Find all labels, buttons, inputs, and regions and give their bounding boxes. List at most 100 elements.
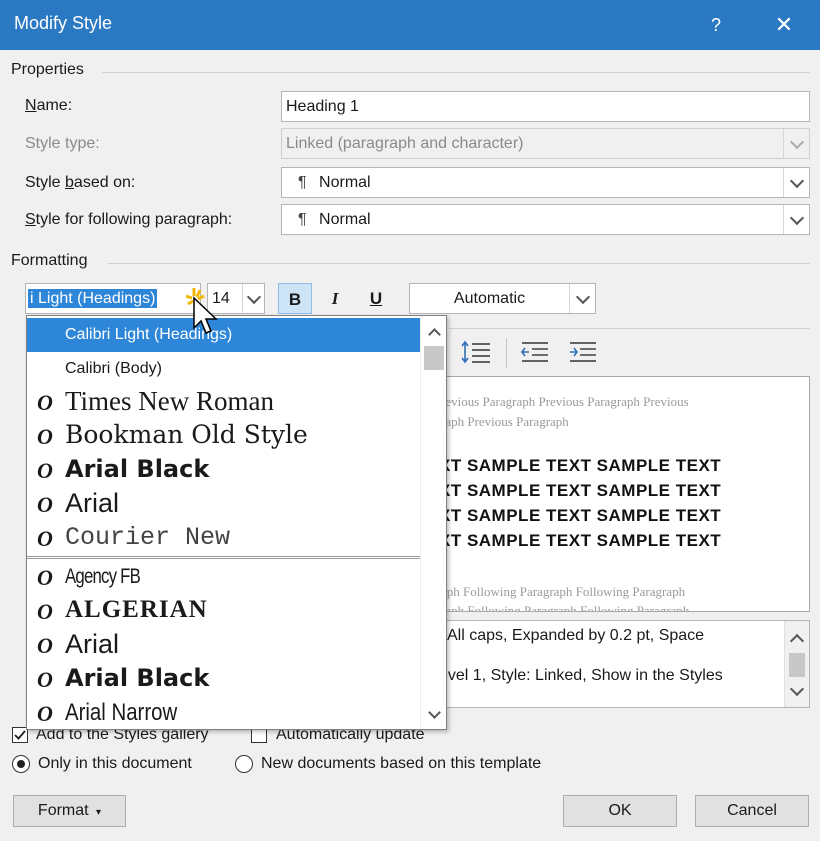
font-dropdown-list[interactable]: Calibri Light (Headings) Calibri (Body) … — [26, 315, 447, 730]
font-name: Agency FB — [65, 565, 141, 588]
scroll-up-icon[interactable] — [426, 324, 442, 341]
font-list-scrollbar[interactable] — [420, 316, 446, 729]
truetype-font-icon: O — [37, 390, 53, 415]
style-type-select: Linked (paragraph and character) — [281, 128, 810, 159]
font-color-select[interactable]: Automatic — [409, 283, 596, 314]
underline-button[interactable]: U — [359, 283, 393, 314]
following-select[interactable]: ¶ Normal — [281, 204, 810, 235]
based-on-select[interactable]: ¶ Normal — [281, 167, 810, 198]
cancel-button[interactable]: Cancel — [695, 795, 809, 827]
font-name-value: i Light (Headings) — [28, 289, 158, 308]
scroll-up-icon[interactable] — [789, 631, 805, 649]
scroll-down-icon[interactable] — [426, 705, 442, 722]
style-type-value: Linked (paragraph and character) — [286, 135, 524, 152]
checkmark-icon — [14, 730, 26, 740]
format-button-label: Format — [37, 802, 89, 819]
font-size-dropdown-button[interactable] — [242, 284, 264, 313]
preview-sample-line: XT SAMPLE TEXT SAMPLE TEXT — [439, 531, 722, 550]
description-scrollbar[interactable] — [784, 621, 809, 707]
font-option[interactable]: O Arial Narrow — [27, 697, 420, 729]
title-bar: Modify Style ? ✕ — [0, 0, 820, 50]
font-option[interactable]: O Arial — [27, 629, 420, 663]
name-label: Name: — [25, 97, 73, 114]
name-field-value: Heading 1 — [286, 98, 359, 115]
preview-sample-line: XT SAMPLE TEXT SAMPLE TEXT — [439, 481, 722, 500]
font-option-recent[interactable]: O Arial Black — [27, 454, 420, 488]
modify-style-dialog: Modify Style ? ✕ Properties Name: Headin… — [0, 0, 820, 841]
toolbar-divider — [449, 328, 810, 329]
description-scroll-thumb[interactable] — [789, 653, 805, 677]
only-this-document-label: Only in this document — [38, 755, 192, 772]
font-color-value: Automatic — [453, 290, 526, 307]
font-color-dropdown-button[interactable] — [569, 284, 595, 313]
pilcrow-icon: ¶ — [298, 174, 307, 191]
description-line: , All caps, Expanded by 0.2 pt, Space — [439, 627, 705, 644]
formatting-section-label: Formatting — [11, 252, 88, 269]
based-on-label: Style based on: — [25, 174, 136, 191]
only-this-document-radio[interactable] — [12, 755, 30, 773]
truetype-font-icon: O — [37, 458, 53, 483]
preview-following-line: aph Following Paragraph Following Paragr… — [441, 584, 686, 599]
font-option-recent[interactable]: O Courier New — [27, 522, 420, 556]
mouse-cursor-icon — [185, 286, 226, 340]
new-documents-radio[interactable] — [235, 755, 253, 773]
font-option[interactable]: O Agency FB — [27, 561, 420, 595]
font-list-separator — [27, 556, 420, 559]
italic-button[interactable]: I — [318, 283, 352, 314]
dialog-title: Modify Style — [14, 13, 113, 33]
font-option-recent[interactable]: O Arial — [27, 488, 420, 522]
properties-divider — [102, 72, 810, 73]
decrease-indent-icon[interactable] — [518, 338, 552, 368]
chevron-down-icon — [789, 134, 804, 149]
following-dropdown-button[interactable] — [783, 205, 809, 234]
increase-indent-icon[interactable] — [566, 338, 600, 368]
based-on-value: Normal — [319, 174, 371, 191]
following-label: Style for following paragraph: — [25, 211, 233, 228]
caret-down-icon: ▾ — [96, 807, 102, 818]
formatting-divider — [108, 263, 810, 264]
name-field[interactable]: Heading 1 — [281, 91, 810, 122]
based-on-dropdown-button[interactable] — [783, 168, 809, 197]
chevron-down-icon — [789, 210, 804, 225]
help-button[interactable]: ? — [700, 6, 732, 44]
chevron-down-icon — [246, 289, 261, 304]
font-option-recent[interactable]: O Times New Roman — [27, 386, 420, 420]
ok-button[interactable]: OK — [563, 795, 677, 827]
font-name: Arial — [65, 488, 120, 518]
font-name: Bookman Old Style — [65, 420, 308, 449]
font-name-combobox[interactable]: i Light (Headings) — [25, 283, 201, 314]
truetype-font-icon: O — [37, 667, 53, 692]
font-option-body[interactable]: Calibri (Body) — [27, 352, 420, 386]
chevron-down-icon — [575, 289, 590, 304]
font-option[interactable]: O ALGERIAN — [27, 595, 420, 629]
pilcrow-icon: ¶ — [298, 211, 307, 228]
toolbar-separator — [506, 338, 507, 368]
scroll-down-icon[interactable] — [789, 681, 805, 699]
style-type-label: Style type: — [25, 135, 100, 152]
description-line: evel 1, Style: Linked, Show in the Style… — [439, 667, 723, 684]
font-name: Arial Black — [65, 455, 210, 483]
font-name: Arial — [65, 629, 120, 659]
preview-sample-line: XT SAMPLE TEXT SAMPLE TEXT — [439, 506, 722, 525]
font-name: Arial Black — [65, 664, 210, 692]
font-list-scroll-thumb[interactable] — [424, 346, 444, 370]
truetype-font-icon: O — [37, 526, 53, 551]
font-option-recent[interactable]: O Bookman Old Style — [27, 420, 420, 454]
close-button[interactable]: ✕ — [766, 6, 802, 44]
font-name: Times New Roman — [65, 386, 275, 416]
preview-following-line: raph Following Paragraph Following Parag… — [441, 603, 690, 612]
bold-button[interactable]: B — [278, 283, 312, 314]
font-option[interactable]: O Arial Black — [27, 663, 420, 697]
chevron-down-icon — [789, 173, 804, 188]
preview-previous-line: raph Previous Paragraph — [441, 414, 569, 429]
truetype-font-icon: O — [37, 424, 53, 449]
font-name: Courier New — [65, 523, 231, 552]
truetype-font-icon: O — [37, 492, 53, 517]
paragraph-spacing-icon[interactable] — [460, 338, 494, 368]
radio-selected-dot — [17, 760, 25, 768]
font-name: ALGERIAN — [65, 596, 208, 623]
preview-previous-line: revious Paragraph Previous Paragraph Pre… — [441, 394, 689, 409]
truetype-font-icon: O — [37, 599, 53, 624]
format-menu-button[interactable]: Format ▾ — [13, 795, 126, 827]
truetype-font-icon: O — [37, 633, 53, 658]
